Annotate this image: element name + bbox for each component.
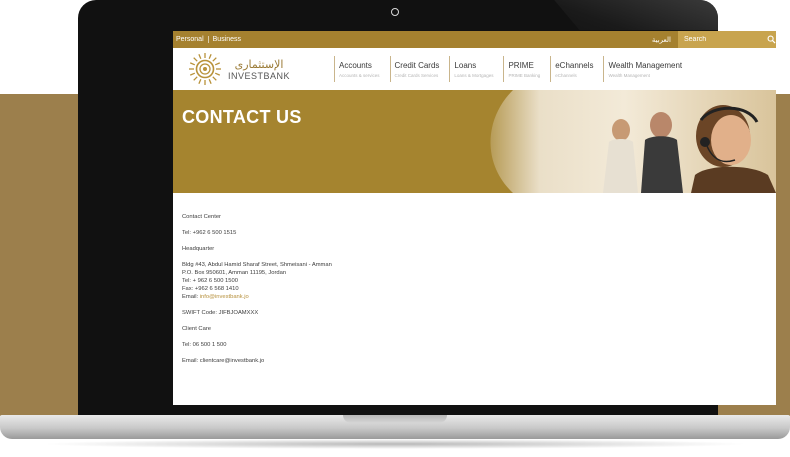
nav-item-sublabel: Loans & Mortgages xyxy=(454,72,494,78)
nav-item-label: Accounts xyxy=(339,60,372,70)
nav-item-sublabel: eChannels xyxy=(555,72,577,78)
search-box xyxy=(678,31,776,48)
email-label: Email: xyxy=(182,294,200,300)
hq-address: Bldg #43, Abdul Hamid Sharaf Street, Shm… xyxy=(182,262,332,268)
camera-icon xyxy=(391,8,399,16)
lid-glare xyxy=(554,0,718,30)
swift-code: SWIFT Code: JIFBJOAMXXX xyxy=(182,310,259,316)
nav-item-label: eChannels xyxy=(555,60,594,70)
logo-text: الإستثمارى INVESTBANK xyxy=(228,58,290,81)
client-care-tel: Tel: 06 500 1 500 xyxy=(182,342,227,348)
client-care-heading: Client Care xyxy=(182,326,211,332)
main-nav: الإستثمارى INVESTBANK Accounts Accounts … xyxy=(173,48,776,90)
logo-sunburst-icon xyxy=(189,53,221,85)
page-title: CONTACT US xyxy=(182,107,302,127)
nav-item-echannels[interactable]: eChannels eChannels xyxy=(550,56,603,82)
business-link[interactable]: Business xyxy=(207,36,245,43)
language-link[interactable]: العربية xyxy=(645,36,678,44)
email-link[interactable]: info@investbank.jo xyxy=(200,294,249,300)
personal-link[interactable]: Personal xyxy=(173,36,208,43)
nav-item-credit-cards[interactable]: Credit Cards Credit Cards Services xyxy=(389,56,450,82)
client-care-email: Email: clientcare@investbank.jo xyxy=(182,358,265,364)
logo-arabic: الإستثمارى xyxy=(234,57,284,71)
nav-item-label: PRIME xyxy=(508,60,534,70)
laptop-shadow xyxy=(40,439,750,449)
logo-english: INVESTBANK xyxy=(228,70,291,81)
nav-item-loans[interactable]: Loans Loans & Mortgages xyxy=(449,56,503,82)
contact-center-tel: Tel: +962 6 500 1515 xyxy=(182,230,237,236)
nav-item-sublabel: Wealth Management xyxy=(608,72,650,78)
search-input[interactable] xyxy=(684,36,764,43)
hq-fax: Fax: +962 6 568 1410 xyxy=(182,286,239,292)
nav-item-wealth-management[interactable]: Wealth Management Wealth Management xyxy=(603,56,692,82)
hq-tel: Tel: + 962 6 500 1500 xyxy=(182,278,238,284)
browser-screen: Personal Business العربية Search الإستثم… xyxy=(173,31,776,405)
hero-banner: CONTACT US xyxy=(173,90,776,193)
call-center-photo xyxy=(473,90,776,193)
nav-item-label: Wealth Management xyxy=(608,60,683,70)
nav-item-prime[interactable]: PRIME PRIME Banking xyxy=(503,56,550,82)
laptop-base-notch xyxy=(343,415,447,423)
laptop-lid: Personal Business العربية Search الإستثم… xyxy=(78,0,776,430)
nav-item-sublabel: Accounts & services xyxy=(339,72,380,78)
contact-center-heading: Contact Center xyxy=(182,214,221,220)
nav-item-accounts[interactable]: Accounts Accounts & services xyxy=(334,56,390,82)
contact-content: Contact Center Tel: +962 6 500 1515 Head… xyxy=(182,213,602,365)
hq-email: Email: info@investbank.jo xyxy=(182,293,602,301)
headquarter-heading: Headquarter xyxy=(182,246,215,252)
nav-item-label: Credit Cards xyxy=(394,60,440,70)
top-bar-right: العربية xyxy=(645,31,776,48)
hq-po-box: P.O. Box 950601, Amman 11195, Jordan xyxy=(182,270,287,276)
nav-item-sublabel: PRIME Banking xyxy=(508,72,541,78)
nav-item-sublabel: Credit Cards Services xyxy=(394,72,439,78)
search-icon[interactable] xyxy=(767,35,776,44)
bank-logo[interactable]: الإستثمارى INVESTBANK xyxy=(173,52,331,86)
nav-item-label: Loans xyxy=(454,60,477,70)
top-bar: Personal Business العربية xyxy=(173,31,776,48)
